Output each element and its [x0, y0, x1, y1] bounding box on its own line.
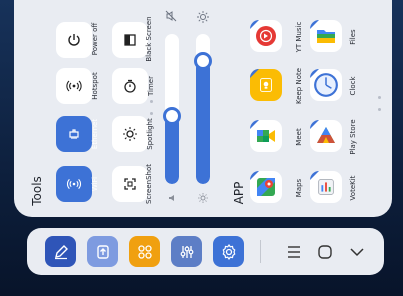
tools-title: Tools — [30, 176, 44, 206]
apps-grid-icon — [137, 244, 152, 259]
share-screen-button[interactable] — [87, 236, 118, 267]
tool-spotlight[interactable] — [112, 116, 148, 152]
maps-icon — [257, 178, 275, 196]
app-clock[interactable] — [310, 69, 342, 101]
tool-wifi[interactable] — [56, 166, 92, 202]
apps-grid-button[interactable] — [129, 236, 160, 267]
votekit-icon — [318, 179, 334, 195]
tool-label-hotspot: Hotspot — [91, 72, 99, 100]
yt-music-icon — [256, 26, 276, 46]
brightness-low-icon — [198, 193, 208, 203]
tool-hotspot[interactable] — [56, 68, 92, 104]
volume-slider-handle[interactable] — [163, 107, 181, 125]
ethernet-icon — [69, 129, 79, 139]
share-screen-icon — [96, 244, 109, 259]
app-label-clock: Clock — [349, 76, 357, 96]
collapse-button[interactable] — [341, 236, 372, 267]
app-files[interactable] — [310, 20, 342, 52]
tool-label-spotlight: Spotlight — [146, 118, 154, 150]
tool-timer[interactable] — [112, 68, 148, 104]
screenshot-icon — [124, 178, 136, 190]
volume-icon — [169, 195, 174, 201]
controls-button[interactable] — [171, 236, 202, 267]
menu-button[interactable] — [278, 236, 309, 267]
tool-label-screenshot: ScreenShot — [145, 164, 153, 204]
brightness-high-icon — [197, 11, 209, 23]
files-icon — [317, 30, 335, 43]
keep-note-icon — [260, 78, 272, 92]
apps-title: APP — [232, 181, 246, 205]
tool-label-power-off: Power off — [91, 22, 99, 56]
dock-divider — [260, 240, 261, 263]
controls-icon — [180, 245, 193, 258]
app-votekit[interactable] — [310, 171, 342, 203]
play-store-icon — [317, 127, 335, 143]
tool-screenshot[interactable] — [112, 166, 148, 202]
timer-icon — [124, 79, 136, 93]
app-label-yt-music: YT Music — [295, 21, 303, 53]
app-play-store[interactable] — [310, 120, 342, 152]
app-maps[interactable] — [250, 171, 282, 203]
quick-panel: Tools APP Power off Black Screen Hotspot… — [14, 0, 392, 217]
spotlight-icon — [123, 127, 137, 141]
clock-icon — [314, 73, 338, 97]
menu-icon — [287, 245, 300, 258]
hotspot-icon — [66, 80, 82, 92]
app-keep-note[interactable] — [250, 69, 282, 101]
settings-button[interactable] — [213, 236, 244, 267]
brightness-slider-fill — [196, 61, 210, 184]
home-button[interactable] — [309, 236, 340, 267]
home-icon — [317, 244, 332, 259]
tool-label-black-screen: Black Screen — [145, 16, 153, 62]
app-yt-music[interactable] — [250, 20, 282, 52]
wifi-icon — [67, 179, 81, 189]
app-label-maps: Maps — [295, 178, 303, 198]
annotate-button[interactable] — [45, 236, 76, 267]
meet-icon — [257, 130, 275, 142]
mute-icon[interactable] — [165, 10, 177, 22]
app-meet[interactable] — [250, 120, 282, 152]
power-icon — [68, 34, 80, 46]
tool-power-off[interactable] — [56, 22, 92, 58]
tool-label-wifi: WiFi — [91, 176, 99, 192]
collapse-icon — [349, 247, 364, 256]
volume-slider-fill — [165, 116, 179, 184]
black-screen-icon — [124, 34, 136, 46]
dock-bar — [27, 228, 384, 275]
app-label-keep-note: Keep Note — [295, 67, 303, 105]
tool-label-ethernet: Ethernet — [91, 118, 99, 150]
app-label-play-store: Play Store — [349, 119, 357, 155]
tool-ethernet[interactable] — [56, 116, 92, 152]
app-label-files: Files — [349, 29, 357, 45]
brightness-slider-handle[interactable] — [194, 52, 212, 70]
app-label-meet: Meet — [295, 128, 303, 146]
annotate-icon — [54, 244, 68, 259]
app-label-votekit: VoteKit — [349, 175, 357, 201]
tool-black-screen[interactable] — [112, 22, 148, 58]
settings-icon — [222, 243, 235, 260]
